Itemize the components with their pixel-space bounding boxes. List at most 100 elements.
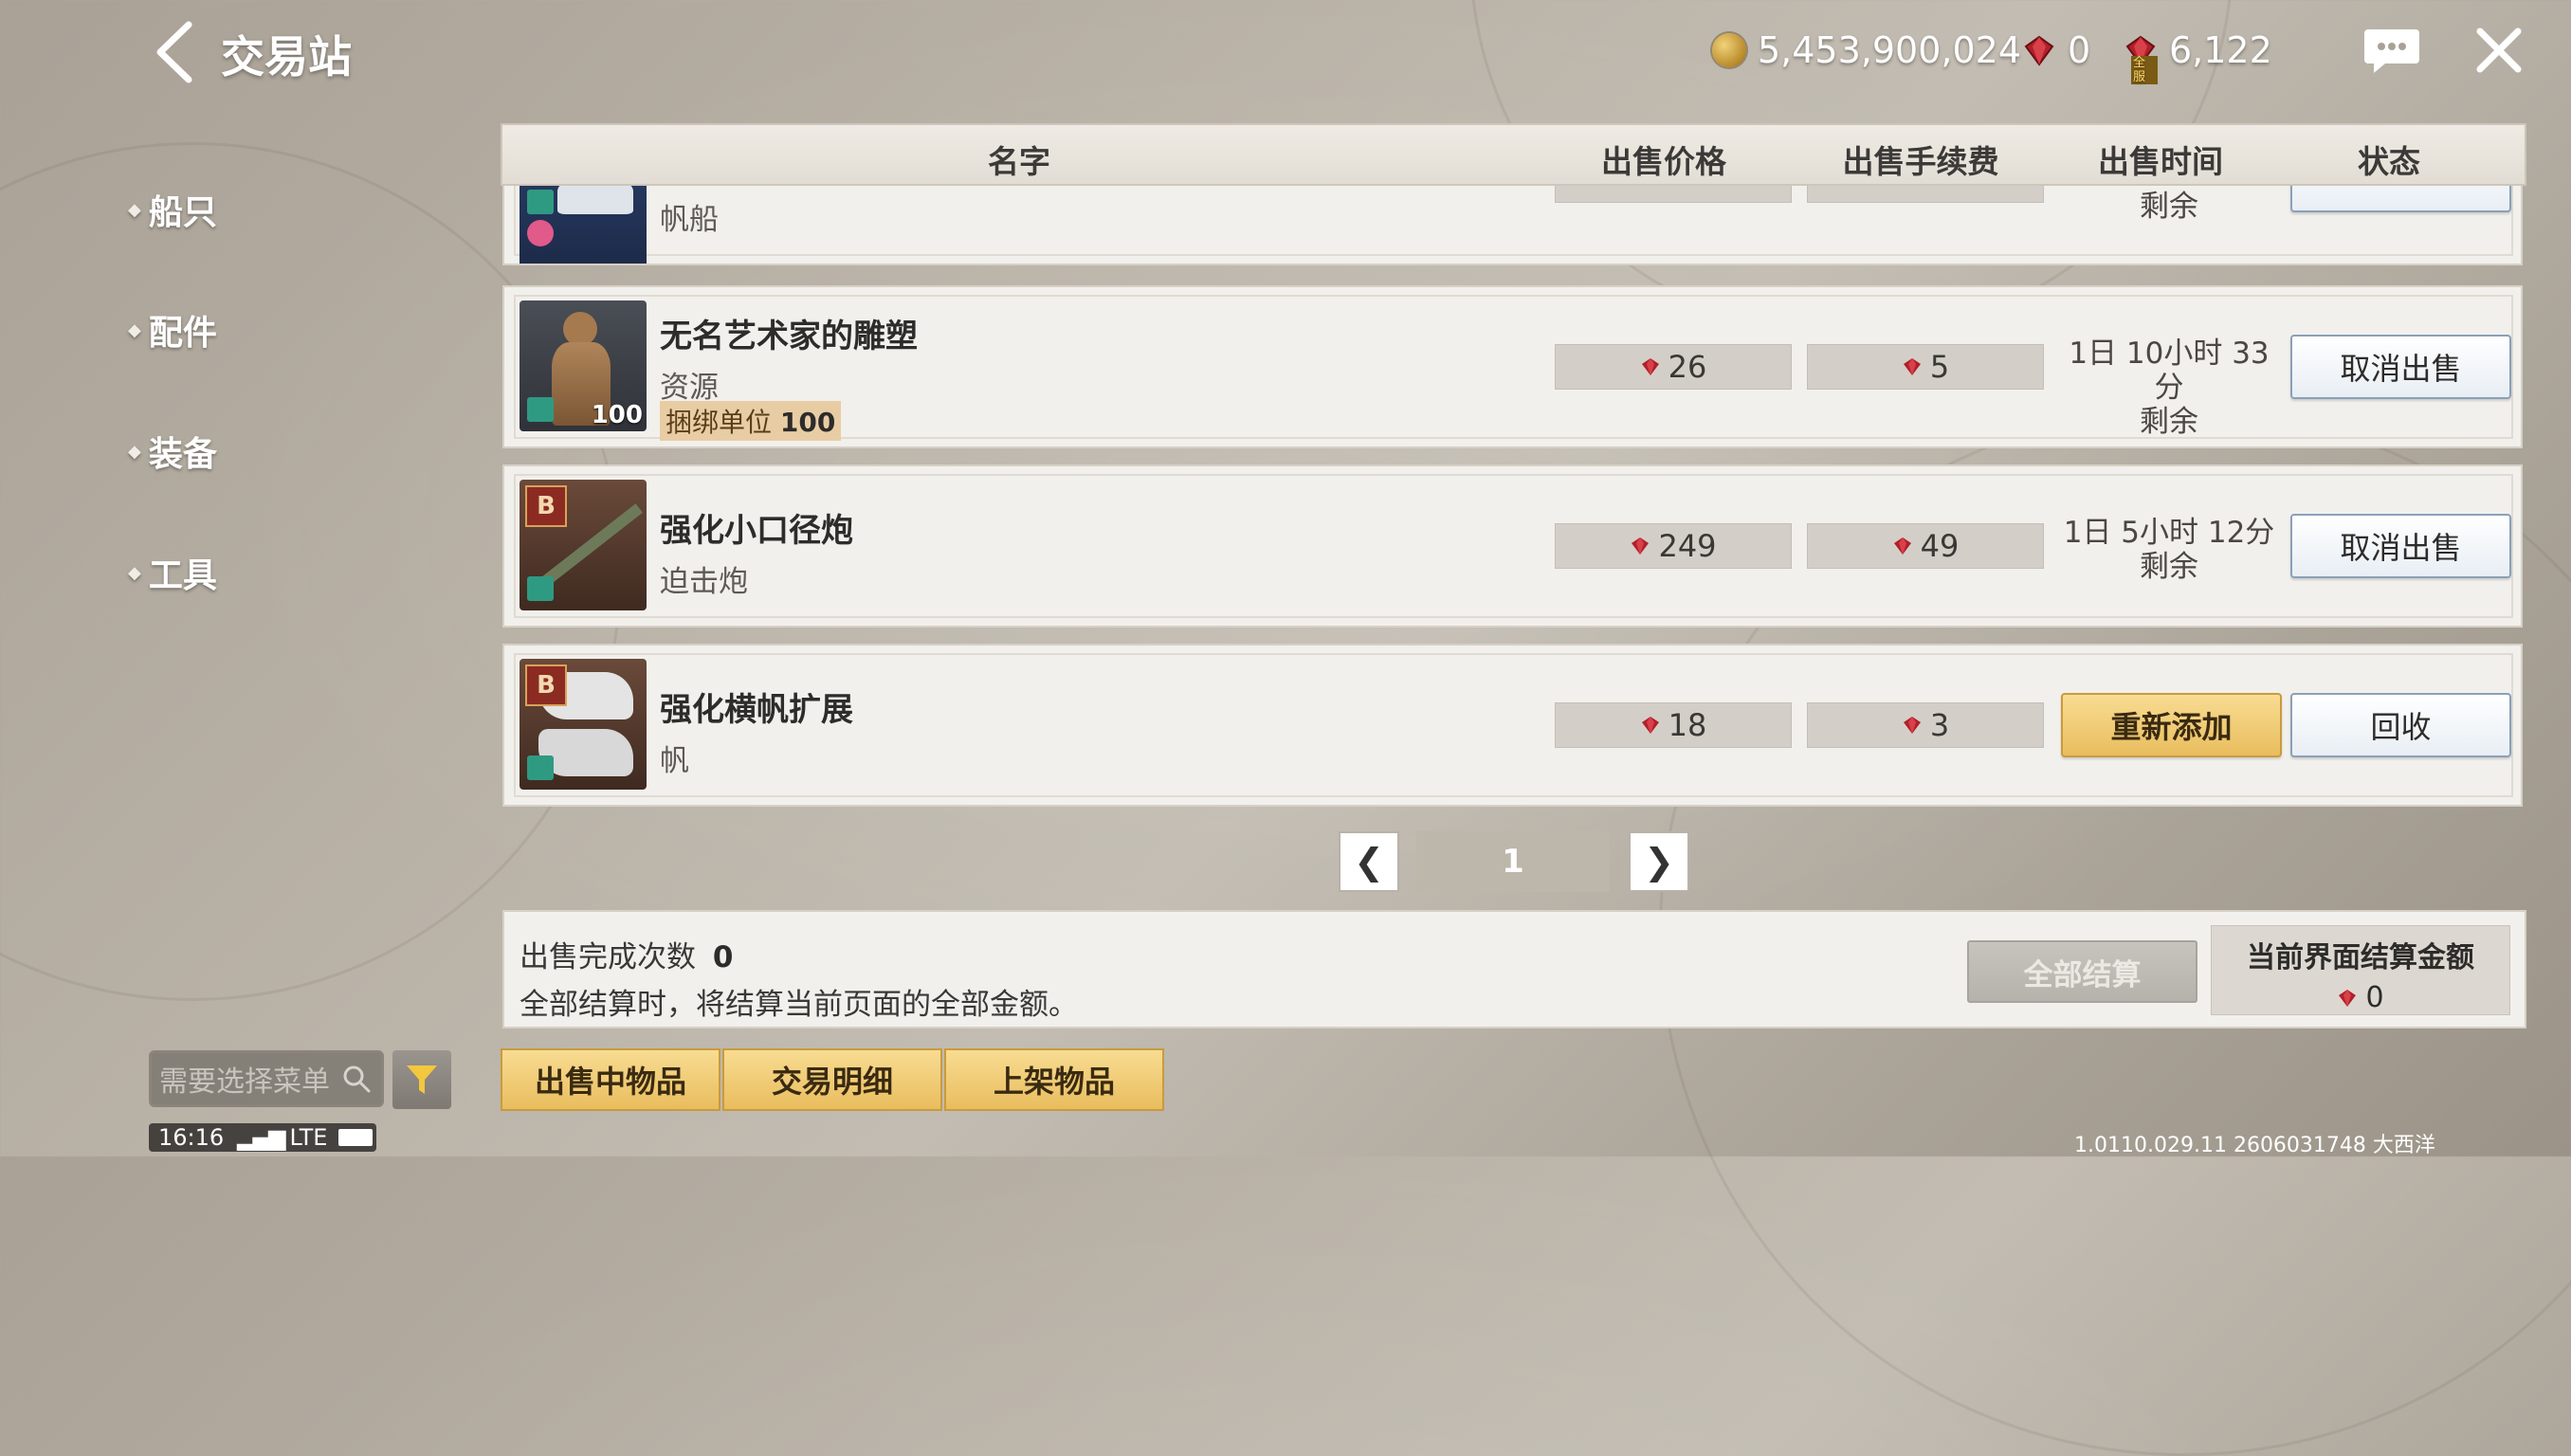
current-amount-value: 0: [2365, 981, 2384, 1014]
locked-icon: [527, 190, 554, 214]
sale-fee: 49: [1807, 523, 2044, 569]
item-quantity: 100: [591, 401, 643, 429]
page-title: 交易站: [221, 31, 352, 82]
table-row[interactable]: 帆船 剩余: [502, 180, 2523, 265]
ruby-gem-icon: [2024, 35, 2054, 66]
completed-count: 出售完成次数 0: [520, 933, 733, 975]
ruby-gem-icon: [1641, 717, 1659, 734]
device-status-bar: 16:16 ▂▄▆ LTE: [149, 1123, 376, 1152]
sale-fee: 5: [1807, 344, 2044, 390]
search-icon: [343, 1065, 371, 1093]
bullet-icon: ◆: [128, 441, 141, 462]
time-suffix: 剩余: [2140, 405, 2198, 439]
column-header-name: 名字: [988, 143, 1050, 180]
gem-amount: 0: [2068, 29, 2091, 71]
sidebar-item-label: 船只: [148, 193, 217, 232]
bullet-icon: ◆: [128, 319, 141, 340]
ruby-gem-icon: [1632, 537, 1650, 555]
table-row[interactable]: 100 无名艺术家的雕塑 资源 捆绑单位 100 26 5 1日 10小时 33…: [502, 285, 2523, 448]
time-remaining: 剩余: [2140, 190, 2198, 224]
settlement-panel: 出售完成次数 0 全部结算时，将结算当前页面的全部金额。 全部结算 当前界面结算…: [502, 910, 2526, 1028]
time-value: 1日 5小时 12分: [2063, 516, 2275, 550]
back-chevron-icon[interactable]: [147, 19, 204, 85]
paid-gem-tag: 全服: [2131, 56, 2158, 84]
sale-price: 26: [1555, 344, 1792, 390]
next-page-button[interactable]: ❯: [1629, 831, 1689, 892]
bundle-label: 捆绑单位: [666, 407, 773, 438]
relist-button[interactable]: 重新添加: [2061, 693, 2282, 757]
filter-button[interactable]: [392, 1050, 451, 1109]
column-header-status: 状态: [2358, 143, 2420, 180]
fee-value: 49: [1920, 528, 1960, 564]
grade-badge: B: [525, 485, 567, 527]
paid-ruby-gem-icon: 全服: [2124, 33, 2158, 84]
bullet-icon: ◆: [128, 199, 141, 220]
item-name: 强化横帆扩展: [660, 691, 853, 729]
item-name: 强化小口径炮: [660, 512, 853, 550]
sidebar-item-parts[interactable]: ◆ 配件: [128, 305, 217, 355]
battery-icon: [338, 1129, 374, 1146]
chat-icon[interactable]: [2362, 24, 2421, 76]
ruby-gem-icon: [1903, 717, 1921, 734]
search-input[interactable]: 需要选择菜单: [149, 1050, 384, 1107]
sidebar-item-ships[interactable]: ◆ 船只: [128, 185, 217, 234]
table-row[interactable]: B 强化小口径炮 迫击炮 249 49 1日 5小时 12分 剩余 取消出售: [502, 464, 2523, 628]
sidebar-item-label: 装备: [148, 435, 217, 474]
locked-icon: [527, 755, 554, 780]
ruby-gem-icon: [1641, 358, 1659, 375]
version-info: 1.0110.029.11 2606031748 大西洋: [2074, 1134, 2435, 1157]
ruby-gem-icon: [1903, 358, 1921, 375]
current-amount-label: 当前界面结算金额: [2247, 941, 2474, 974]
ruby-gem-icon: [1893, 537, 1911, 555]
reclaim-button[interactable]: 回收: [2290, 693, 2511, 757]
signal-icon: ▂▄▆: [237, 1124, 285, 1151]
completed-label: 出售完成次数: [520, 940, 696, 974]
network-type: LTE: [289, 1124, 328, 1151]
gold-currency: 5,453,900,024: [1712, 27, 2021, 74]
heart-icon: [527, 220, 554, 246]
cancel-sale-button[interactable]: 取消出售: [2290, 514, 2511, 578]
time-remaining: 1日 10小时 33分 剩余: [2055, 337, 2283, 439]
bundle-unit-badge: 捆绑单位 100: [660, 401, 842, 441]
close-icon[interactable]: [2472, 24, 2525, 77]
price-value: 249: [1658, 528, 1717, 564]
page-number: 1: [1416, 831, 1610, 892]
item-type: 资源: [660, 371, 719, 405]
fee-value: 3: [1929, 707, 1950, 743]
sidebar-item-equipment[interactable]: ◆ 装备: [128, 427, 217, 476]
grade-badge: B: [525, 664, 567, 706]
settlement-note: 全部结算时，将结算当前页面的全部金额。: [520, 988, 1078, 1022]
gold-amount: 5,453,900,024: [1758, 29, 2022, 71]
sidebar-item-tools[interactable]: ◆ 工具: [128, 548, 217, 597]
prev-page-button[interactable]: ❮: [1339, 831, 1399, 892]
column-header-time: 出售时间: [2098, 143, 2223, 180]
sale-price: 18: [1555, 702, 1792, 748]
tab-list-items[interactable]: 上架物品: [944, 1048, 1164, 1111]
table-row[interactable]: B 强化横帆扩展 帆 18 3 重新添加 回收: [502, 644, 2523, 807]
paid-gem-currency: 全服 6,122: [2124, 27, 2272, 84]
column-header-price: 出售价格: [1601, 143, 1726, 180]
gem-currency: 0: [2022, 27, 2090, 74]
item-name: 无名艺术家的雕塑: [660, 318, 918, 355]
time-remaining: 1日 5小时 12分 剩余: [2055, 516, 2283, 584]
fee-value: 5: [1929, 349, 1950, 385]
bundle-value: 100: [779, 407, 836, 438]
time-suffix: 剩余: [2140, 550, 2198, 584]
sidebar-item-label: 工具: [148, 556, 217, 595]
sale-fee: 3: [1807, 702, 2044, 748]
locked-icon: [527, 397, 554, 422]
item-type: 帆: [660, 744, 689, 778]
table-header: 名字 出售价格 出售手续费 出售时间 状态: [501, 123, 2526, 186]
completed-value: 0: [712, 940, 734, 974]
time-value: 1日 10小时 33分: [2069, 337, 2270, 405]
tab-transaction-details[interactable]: 交易明细: [722, 1048, 942, 1111]
settle-all-button[interactable]: 全部结算: [1967, 940, 2197, 1003]
item-type: 迫击炮: [660, 565, 748, 599]
tab-items-on-sale[interactable]: 出售中物品: [501, 1048, 720, 1111]
item-type: 帆船: [660, 203, 719, 237]
sidebar-item-label: 配件: [148, 314, 217, 353]
cancel-sale-button[interactable]: 取消出售: [2290, 335, 2511, 399]
bullet-icon: ◆: [128, 562, 141, 583]
gold-coin-icon: [1712, 33, 1746, 67]
filter-icon: [407, 1065, 437, 1094]
